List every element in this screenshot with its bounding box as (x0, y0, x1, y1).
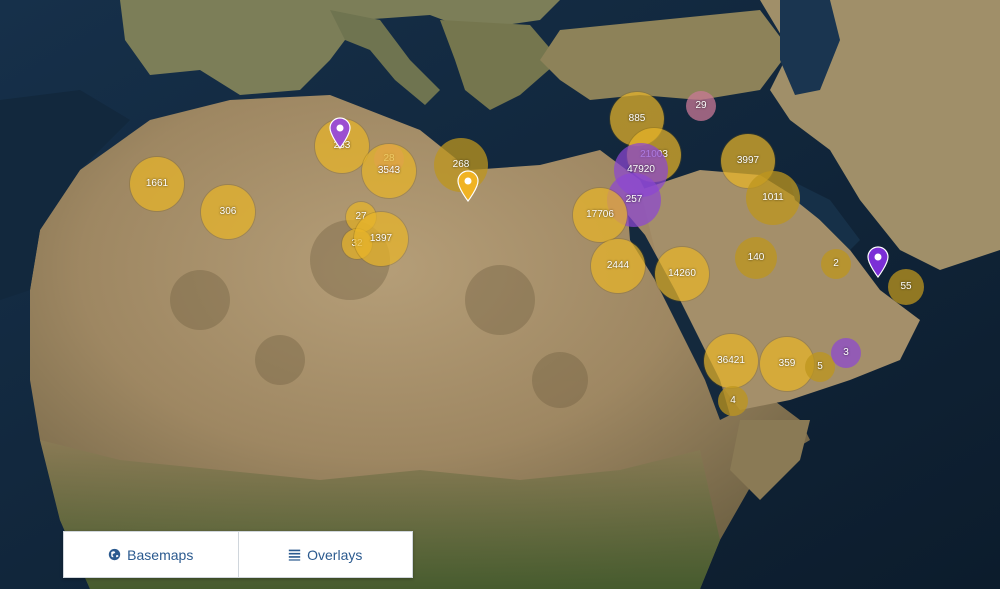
marker-cluster[interactable]: 3 (831, 338, 861, 368)
marker-cluster[interactable]: 36421 (704, 334, 758, 388)
cluster-count: 5 (817, 361, 823, 372)
overlays-label: Overlays (307, 546, 363, 563)
cluster-count: 14260 (668, 268, 696, 279)
cluster-count: 2444 (606, 260, 630, 271)
cluster-count: 3997 (736, 155, 760, 166)
satellite-basemap (0, 0, 1000, 589)
marker-cluster[interactable]: 14260 (655, 247, 709, 301)
cluster-count: 4 (730, 395, 736, 406)
cluster-count: 1397 (369, 233, 393, 244)
cluster-count: 3543 (377, 165, 401, 176)
cluster-count: 1661 (145, 178, 169, 189)
cluster-count: 306 (219, 206, 237, 217)
list-icon (288, 549, 301, 561)
cluster-count: 29 (695, 100, 707, 111)
cluster-count: 268 (452, 159, 470, 170)
marker-cluster[interactable]: 17706 (573, 188, 627, 242)
violet-map-pin[interactable] (867, 246, 889, 278)
marker-cluster[interactable]: 2 (821, 249, 851, 279)
basemaps-button[interactable]: Basemaps (64, 532, 238, 577)
cluster-count: 55 (900, 281, 912, 292)
purple-map-pin[interactable] (329, 117, 351, 149)
cluster-count: 359 (778, 358, 796, 369)
marker-cluster[interactable]: 140 (735, 237, 777, 279)
layer-controls: Basemaps Overlays (63, 531, 413, 578)
cluster-count: 3 (843, 347, 849, 358)
overlays-button[interactable]: Overlays (237, 532, 413, 577)
basemaps-label: Basemaps (127, 546, 194, 563)
cluster-count: 140 (747, 252, 765, 263)
cluster-count: 2 (833, 258, 839, 269)
marker-cluster[interactable]: 29 (686, 91, 716, 121)
yellow-map-pin[interactable] (457, 170, 479, 202)
marker-cluster[interactable]: 3543 (362, 144, 416, 198)
marker-cluster[interactable]: 2444 (591, 239, 645, 293)
cluster-count: 1011 (762, 192, 784, 203)
marker-cluster[interactable]: 306 (201, 185, 255, 239)
globe-icon (108, 548, 121, 561)
marker-cluster[interactable]: 1011 (746, 171, 800, 225)
cluster-count: 885 (628, 113, 646, 124)
cluster-count: 257 (625, 194, 643, 205)
map-view[interactable]: 1661306263283543273213972688852921003479… (0, 0, 1000, 589)
marker-cluster[interactable]: 1397 (354, 212, 408, 266)
cluster-count: 17706 (586, 209, 614, 220)
marker-cluster[interactable]: 55 (888, 269, 924, 305)
marker-cluster[interactable]: 1661 (130, 157, 184, 211)
marker-cluster[interactable]: 4 (718, 386, 748, 416)
cluster-count: 36421 (717, 355, 745, 366)
